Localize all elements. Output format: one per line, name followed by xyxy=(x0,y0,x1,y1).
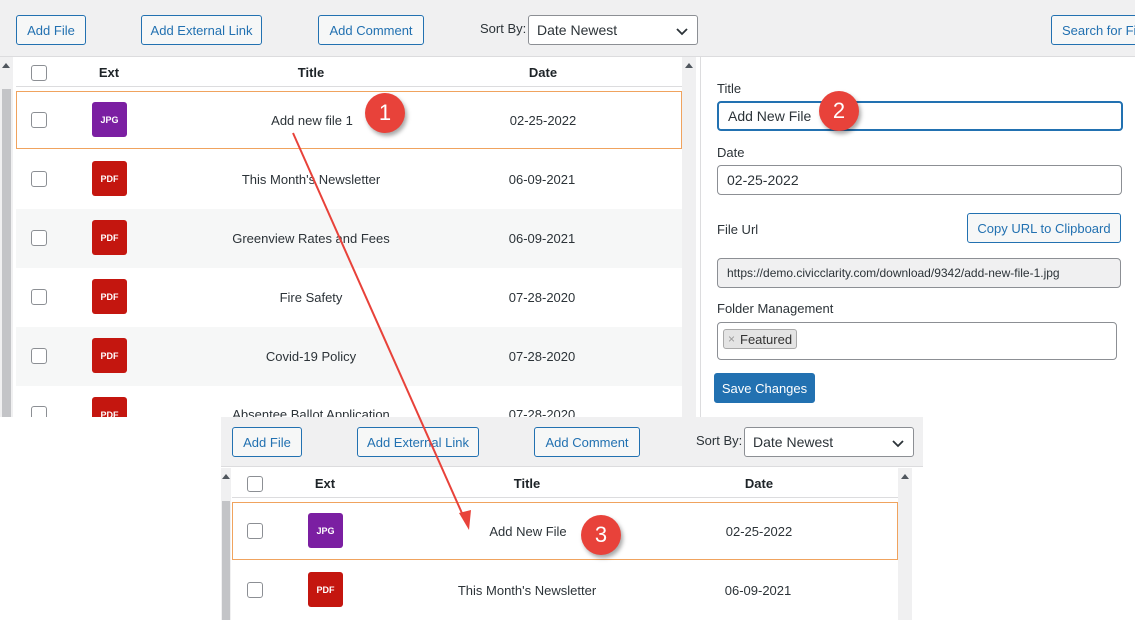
inset-sort-by-label: Sort By: xyxy=(696,433,743,448)
row-title[interactable]: Absentee Ballot Application xyxy=(181,407,441,417)
folder-tag: × Featured xyxy=(723,329,798,349)
table-row[interactable]: PDF Absentee Ballot Application 07-28-20… xyxy=(16,386,682,417)
pdf-file-icon: PDF xyxy=(308,572,343,607)
callout-badge-3: 3 xyxy=(581,515,621,555)
row-date: 02-25-2022 xyxy=(725,524,793,539)
folder-tag-label: Featured xyxy=(740,331,793,347)
table-row[interactable]: PDF Fire Safety 07-28-2020 xyxy=(16,268,682,327)
table-row[interactable]: PDF This Month's Newsletter 06-09-2021 xyxy=(16,150,682,209)
row-checkbox[interactable] xyxy=(31,171,47,187)
row-checkbox[interactable] xyxy=(247,582,263,598)
row-title[interactable]: Fire Safety xyxy=(211,290,411,305)
pdf-file-icon: PDF xyxy=(92,397,127,417)
file-details-panel: Title Add New File Date 02-25-2022 File … xyxy=(700,57,1135,417)
scroll-up-arrow-icon[interactable] xyxy=(685,63,693,68)
table-row[interactable]: PDF This Month's Newsletter 06-09-2021 xyxy=(232,561,898,620)
scroll-up-arrow-icon[interactable] xyxy=(222,474,230,479)
date-field[interactable]: 02-25-2022 xyxy=(717,165,1122,195)
scroll-up-arrow-icon[interactable] xyxy=(2,63,10,68)
row-date: 06-09-2021 xyxy=(508,231,576,246)
inset-table-scrollbar[interactable] xyxy=(898,468,912,620)
jpg-file-icon: JPG xyxy=(92,102,127,137)
row-date: 07-28-2020 xyxy=(508,349,576,364)
inset-add-file-button[interactable]: Add File xyxy=(232,427,302,457)
close-icon[interactable]: × xyxy=(728,332,735,346)
row-title[interactable]: Covid-19 Policy xyxy=(211,349,411,364)
row-checkbox[interactable] xyxy=(247,523,263,539)
inset-screenshot: Add File Add External Link Add Comment S… xyxy=(221,417,923,620)
row-date: 06-09-2021 xyxy=(508,172,576,187)
inset-column-header-date[interactable]: Date xyxy=(729,476,789,491)
select-all-checkbox[interactable] xyxy=(31,65,47,81)
callout-badge-2: 2 xyxy=(819,91,859,131)
search-files-button[interactable]: Search for Fil xyxy=(1051,15,1135,45)
chevron-down-icon xyxy=(892,440,904,448)
inset-files-table: Ext Title Date JPG Add New File 02-25-20… xyxy=(232,468,898,620)
inset-column-header-ext: Ext xyxy=(314,476,336,491)
row-title[interactable]: This Month's Newsletter xyxy=(427,583,627,598)
add-external-link-button[interactable]: Add External Link xyxy=(141,15,262,45)
pdf-file-icon: PDF xyxy=(92,161,127,196)
row-date: 06-09-2021 xyxy=(724,583,792,598)
table-row[interactable]: PDF Greenview Rates and Fees 06-09-2021 xyxy=(16,209,682,268)
inset-sort-select-value: Date Newest xyxy=(753,434,834,450)
folder-select[interactable]: × Featured xyxy=(717,322,1117,360)
title-label: Title xyxy=(717,81,742,96)
column-header-ext: Ext xyxy=(98,65,120,80)
inset-add-external-link-button[interactable]: Add External Link xyxy=(357,427,479,457)
scroll-up-arrow-icon[interactable] xyxy=(901,474,909,479)
table-row[interactable]: PDF Covid-19 Policy 07-28-2020 xyxy=(16,327,682,386)
sort-select[interactable]: Date Newest xyxy=(528,15,698,45)
table-header: Ext Title Date xyxy=(16,57,682,87)
row-checkbox[interactable] xyxy=(31,112,47,128)
inset-column-header-title[interactable]: Title xyxy=(487,476,567,491)
inset-sort-select[interactable]: Date Newest xyxy=(744,427,914,457)
sort-by-label: Sort By: xyxy=(480,21,527,36)
table-scrollbar[interactable] xyxy=(682,57,696,417)
inset-table-header: Ext Title Date xyxy=(232,468,898,498)
left-scrollbar[interactable] xyxy=(0,57,13,417)
file-url-value: https://demo.civicclarity.com/download/9… xyxy=(727,266,1060,280)
row-date: 07-28-2020 xyxy=(508,290,576,305)
inset-select-all-checkbox[interactable] xyxy=(247,476,263,492)
file-url-label: File Url xyxy=(717,222,759,237)
pdf-file-icon: PDF xyxy=(92,220,127,255)
column-header-title[interactable]: Title xyxy=(271,65,351,80)
callout-badge-1: 1 xyxy=(365,93,405,133)
add-file-button[interactable]: Add File xyxy=(16,15,86,45)
file-url-field[interactable]: https://demo.civicclarity.com/download/9… xyxy=(717,258,1121,288)
save-changes-button[interactable]: Save Changes xyxy=(714,373,815,403)
inset-left-scrollbar[interactable] xyxy=(221,468,231,620)
left-scroll-thumb[interactable] xyxy=(2,89,11,417)
row-date: 02-25-2022 xyxy=(509,113,577,128)
table-row[interactable]: JPG Add New File 02-25-2022 xyxy=(232,502,898,560)
title-field[interactable]: Add New File xyxy=(717,101,1123,131)
chevron-down-icon xyxy=(676,28,688,36)
date-label: Date xyxy=(717,145,745,160)
column-header-date[interactable]: Date xyxy=(513,65,573,80)
row-date: 07-28-2020 xyxy=(508,407,576,417)
pdf-file-icon: PDF xyxy=(92,338,127,373)
row-checkbox[interactable] xyxy=(31,230,47,246)
jpg-file-icon: JPG xyxy=(308,513,343,548)
add-comment-button[interactable]: Add Comment xyxy=(318,15,424,45)
row-title[interactable]: Greenview Rates and Fees xyxy=(211,231,411,246)
row-checkbox[interactable] xyxy=(31,406,47,417)
pdf-file-icon: PDF xyxy=(92,279,127,314)
copy-url-button[interactable]: Copy URL to Clipboard xyxy=(967,213,1121,243)
table-row[interactable]: JPG Add new file 1 02-25-2022 xyxy=(16,91,682,149)
folder-management-label: Folder Management xyxy=(717,301,834,316)
inset-add-comment-button[interactable]: Add Comment xyxy=(534,427,640,457)
inset-left-scroll-thumb[interactable] xyxy=(222,501,230,620)
files-table: Ext Title Date JPG Add new file 1 02-25-… xyxy=(16,57,682,417)
inset-toolbar: Add File Add External Link Add Comment S… xyxy=(221,417,923,467)
row-checkbox[interactable] xyxy=(31,348,47,364)
sort-select-value: Date Newest xyxy=(537,22,618,38)
top-toolbar: Add File Add External Link Add Comment S… xyxy=(0,0,1135,57)
title-field-value: Add New File xyxy=(728,108,812,124)
row-title[interactable]: This Month's Newsletter xyxy=(211,172,411,187)
row-checkbox[interactable] xyxy=(31,289,47,305)
date-field-value: 02-25-2022 xyxy=(727,172,799,188)
